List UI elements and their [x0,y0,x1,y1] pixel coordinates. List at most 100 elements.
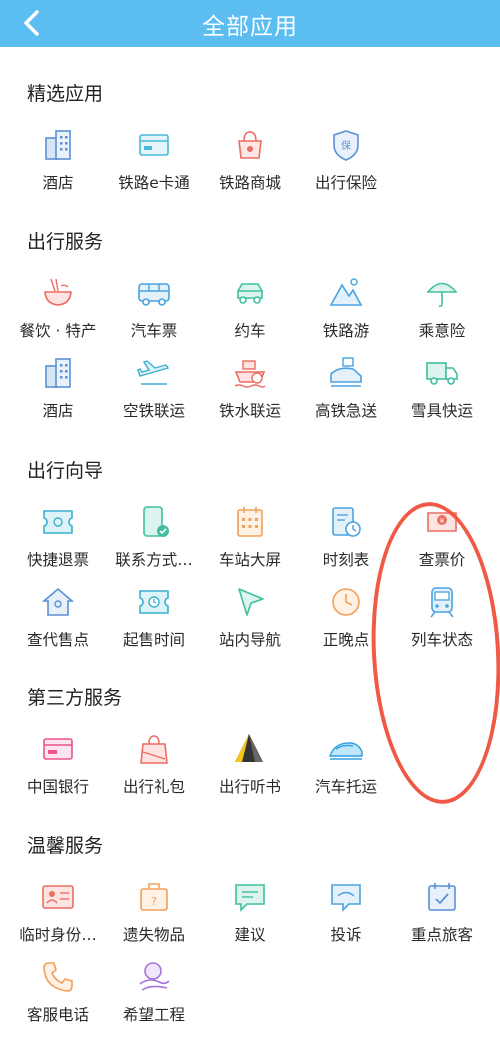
svg-text:保: 保 [341,139,351,152]
app-label: 遗失物品 [122,926,185,944]
app-label: 车站大屏 [218,551,281,569]
umbrella-icon [426,282,458,308]
card-icon [139,134,169,156]
plane-icon [137,360,170,385]
app-gift-bag[interactable]: 出行礼包 [106,722,202,802]
mountain-icon [329,278,363,306]
shopping-bag-icon [238,131,262,159]
app-rail-tour[interactable]: 铁路游 [298,266,394,346]
app-lost-found[interactable]: ? 遗失物品 [106,870,202,950]
ship-icon [234,360,266,388]
express-train-icon [330,357,362,387]
app-bus-ticket[interactable]: 汽车票 [106,266,202,346]
app-label: 汽车托运 [314,778,377,796]
truck-icon [426,362,458,385]
app-car-shipping[interactable]: 汽车托运 [298,722,394,802]
app-sale-time[interactable]: 起售时间 [106,575,202,655]
app-train-status[interactable]: 列车状态 [394,575,490,655]
app-label: 酒店 [42,174,74,192]
app-air-rail[interactable]: 空铁联运 [106,346,202,426]
app-temp-id[interactable]: 临时身份… [10,870,106,950]
section-title-featured: 精选应用 [27,83,104,105]
clock-icon [332,588,360,616]
app-quick-refund[interactable]: 快捷退票 [10,495,106,575]
app-label: 中国银行 [26,778,89,796]
timetable-icon [332,507,361,537]
app-label: 出行保险 [314,174,377,192]
app-hotel-2[interactable]: 酒店 [10,346,106,426]
app-label: 快捷退票 [26,551,89,569]
app-hope-project[interactable]: 希望工程 [106,950,202,1030]
app-label: 铁路游 [322,322,370,340]
clock-ticket-icon [139,590,169,614]
app-hotline[interactable]: 客服电话 [10,950,106,1030]
fare-ticket-icon: ¥ [427,512,457,532]
app-label: 列车状态 [410,631,473,649]
travel-grid: 餐饮 · 特产 汽车票 约车 铁路游 乘意险 酒店 空铁联运 铁水联运 高铁急送… [10,266,490,426]
app-label: 建议 [234,926,266,944]
app-timetable[interactable]: 时刻表 [298,495,394,575]
app-priority-passenger[interactable]: 重点旅客 [394,870,490,950]
app-ski-delivery[interactable]: 雪具快运 [394,346,490,426]
phone-icon [43,962,73,992]
station-screen-icon [237,507,263,537]
app-label: 站内导航 [218,631,281,649]
app-ride[interactable]: 约车 [202,266,298,346]
app-label: 铁路e卡通 [118,174,190,192]
app-label: 铁水联运 [218,402,281,420]
section-title-third-party: 第三方服务 [27,687,123,709]
insurance-shield-icon: 保 [333,130,359,161]
app-food[interactable]: 餐饮 · 特产 [10,266,106,346]
app-label: 查票价 [418,551,466,569]
lost-luggage-icon: ? [140,883,168,911]
header-bar: 全部应用 [0,0,500,47]
gift-bag-icon [140,735,168,764]
app-suggestion[interactable]: 建议 [202,870,298,950]
section-title-guide: 出行向导 [27,460,104,482]
app-station-screen[interactable]: 车站大屏 [202,495,298,575]
app-boc[interactable]: 中国银行 [10,722,106,802]
app-label: 高铁急送 [314,402,377,420]
app-label: 汽车票 [130,322,178,340]
app-hotel[interactable]: 酒店 [10,118,106,198]
app-label: 乘意险 [418,322,466,340]
bus-icon [138,283,170,306]
app-agency[interactable]: 查代售点 [10,575,106,655]
featured-grid: 酒店 铁路e卡通 铁路商城 保 出行保险 [10,118,490,198]
refund-ticket-icon [43,510,73,534]
bank-card-icon [43,738,73,760]
agency-house-icon [41,587,75,616]
app-insurance[interactable]: 保 出行保险 [298,118,394,198]
app-ecard[interactable]: 铁路e卡通 [106,118,202,198]
app-label: 客服电话 [26,1006,89,1024]
app-audiobook[interactable]: 出行听书 [202,722,298,802]
app-label: 希望工程 [122,1006,185,1024]
app-delay[interactable]: 正晚点 [298,575,394,655]
app-express[interactable]: 高铁急送 [298,346,394,426]
app-mall[interactable]: 铁路商城 [202,118,298,198]
complaint-icon [331,884,361,912]
app-fare[interactable]: ¥ 查票价 [394,495,490,575]
section-title-care: 温馨服务 [27,835,104,857]
third-party-grid: 中国银行 出行礼包 出行听书 汽车托运 [10,722,490,802]
navigation-arrow-icon [238,588,264,616]
app-contact[interactable]: 联系方式… [106,495,202,575]
id-card-icon [42,885,74,909]
app-label: 时刻表 [322,551,370,569]
app-label: 投诉 [330,926,362,944]
app-station-nav[interactable]: 站内导航 [202,575,298,655]
hope-project-icon [139,962,170,991]
car-shipping-icon [329,742,363,760]
app-label: 起售时间 [122,631,185,649]
app-travel-insurance[interactable]: 乘意险 [394,266,490,346]
app-label: 出行听书 [218,778,281,796]
app-label: 雪具快运 [410,402,473,420]
app-label: 临时身份… [19,926,97,944]
priority-passenger-icon [428,883,456,911]
app-rail-water[interactable]: 铁水联运 [202,346,298,426]
train-icon [430,587,454,618]
app-label: 铁路商城 [218,174,281,192]
app-complaint[interactable]: 投诉 [298,870,394,950]
care-grid: 临时身份… ? 遗失物品 建议 投诉 重点旅客 客服电话 希望工程 [10,870,490,1030]
suggestion-icon [235,884,265,912]
